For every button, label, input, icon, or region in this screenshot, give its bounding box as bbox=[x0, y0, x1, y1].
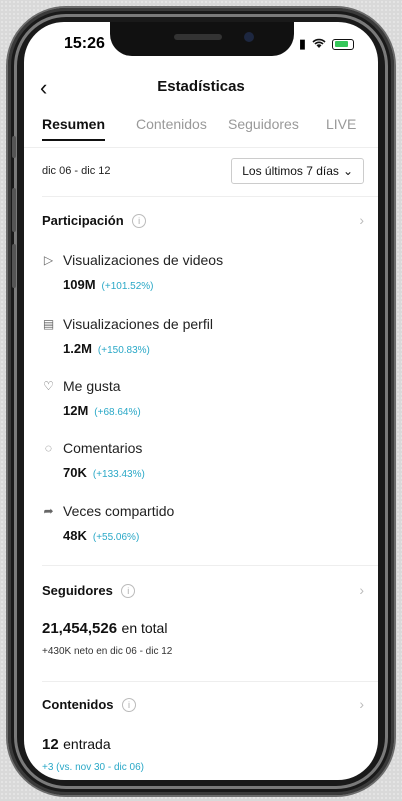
info-icon[interactable]: i bbox=[121, 697, 136, 712]
metric-change: (+55.06%) bbox=[92, 532, 140, 543]
followers-total: 21,454,526 bbox=[42, 620, 118, 637]
metric-value: 48K bbox=[63, 528, 87, 543]
mute-switch bbox=[12, 136, 16, 158]
followers-total-suffix: en total bbox=[121, 620, 168, 636]
tab-bar: Resumen Contenidos Seguidores LIVE bbox=[24, 116, 378, 148]
metric-label: Me gusta bbox=[63, 378, 121, 394]
period-dropdown-label: Los últimos 7 días bbox=[242, 164, 339, 178]
metric-value: 1.2M bbox=[63, 341, 92, 356]
metric-value: 12M bbox=[63, 403, 89, 418]
tab-contenidos[interactable]: Contenidos bbox=[136, 116, 207, 140]
metric-change: (+68.64%) bbox=[94, 407, 141, 418]
metric-comments: ◌ Comentarios 70K (+133.43%) bbox=[42, 440, 364, 482]
divider bbox=[42, 196, 378, 197]
tab-live[interactable]: LIVE bbox=[326, 116, 356, 140]
metric-change: (+133.43%) bbox=[92, 469, 145, 480]
heart-icon: ♡ bbox=[43, 379, 54, 393]
followers-header[interactable]: Seguidores i › bbox=[42, 582, 364, 602]
period-dropdown[interactable]: Los últimos 7 días ⌄ bbox=[231, 158, 364, 184]
metric-value: 70K bbox=[63, 465, 87, 480]
status-icons: ▮ bbox=[299, 36, 354, 52]
wifi-icon bbox=[312, 37, 326, 52]
comment-icon: ◌ bbox=[44, 441, 53, 455]
metric-value: 109M bbox=[63, 277, 96, 292]
front-camera bbox=[244, 32, 254, 42]
content-count-suffix: entrada bbox=[63, 736, 111, 752]
divider bbox=[42, 681, 378, 682]
signal-icon: ▮ bbox=[298, 36, 306, 51]
metric-profile-views: ▤ Visualizaciones de perfil 1.2M (+150.83… bbox=[42, 316, 364, 358]
metric-video-views: ▷ Visualizaciones de videos 109M (+101.52… bbox=[42, 252, 364, 294]
chevron-right-icon: › bbox=[359, 696, 364, 712]
metric-label: Visualizaciones de perfil bbox=[63, 316, 213, 332]
metric-label: Veces compartido bbox=[63, 503, 175, 519]
volume-up-button bbox=[12, 188, 16, 232]
profile-doc-icon: ▤ bbox=[42, 317, 55, 331]
tab-seguidores[interactable]: Seguidores bbox=[228, 116, 299, 140]
date-range-label: dic 06 - dic 12 bbox=[42, 165, 111, 177]
metric-change: (+101.52%) bbox=[101, 281, 154, 292]
page-title: Estadísticas bbox=[157, 78, 245, 95]
metric-label: Visualizaciones de videos bbox=[63, 252, 224, 268]
followers-net: +430K neto en dic 06 - dic 12 bbox=[42, 646, 173, 657]
info-icon[interactable]: i bbox=[121, 583, 136, 598]
content-title: Contenidos bbox=[42, 697, 114, 713]
volume-down-button bbox=[12, 244, 16, 288]
header: ‹ Estadísticas bbox=[24, 74, 378, 104]
date-filter-row: dic 06 - dic 12 Los últimos 7 días ⌄ bbox=[42, 158, 364, 186]
participation-header[interactable]: Participación i › bbox=[42, 212, 364, 232]
chevron-right-icon: › bbox=[359, 212, 364, 228]
info-icon[interactable]: i bbox=[132, 213, 147, 228]
content-count: 12 bbox=[42, 736, 59, 753]
tab-resumen[interactable]: Resumen bbox=[42, 116, 106, 141]
metric-shares: ➦ Veces compartido 48K (+55.06%) bbox=[42, 503, 364, 545]
notch bbox=[110, 22, 294, 56]
share-icon: ➦ bbox=[43, 504, 54, 518]
metric-label: Comentarios bbox=[63, 440, 143, 456]
participation-title: Participación bbox=[42, 213, 124, 229]
content-header[interactable]: Contenidos i › bbox=[42, 696, 364, 716]
chevron-down-icon: ⌄ bbox=[342, 164, 353, 178]
followers-title: Seguidores bbox=[42, 583, 113, 599]
status-time: 15:26 bbox=[64, 35, 105, 52]
metric-change: (+150.83%) bbox=[97, 345, 150, 356]
metric-likes: ♡ Me gusta 12M (+68.64%) bbox=[42, 378, 364, 420]
battery-icon bbox=[332, 38, 354, 50]
chevron-right-icon: › bbox=[359, 582, 364, 598]
content-compare: +3 (vs. nov 30 - dic 06) bbox=[42, 762, 144, 773]
divider bbox=[42, 565, 378, 566]
speaker bbox=[174, 34, 222, 40]
content-summary: 12 entrada +3 (vs. nov 30 - dic 06) bbox=[42, 736, 364, 773]
followers-summary: 21,454,526 en total +430K neto en dic 06… bbox=[42, 620, 364, 657]
play-icon: ▷ bbox=[43, 253, 54, 267]
app-screen: 15:26 ▮ ‹ Estadísticas Resumen Contenido… bbox=[24, 22, 378, 780]
